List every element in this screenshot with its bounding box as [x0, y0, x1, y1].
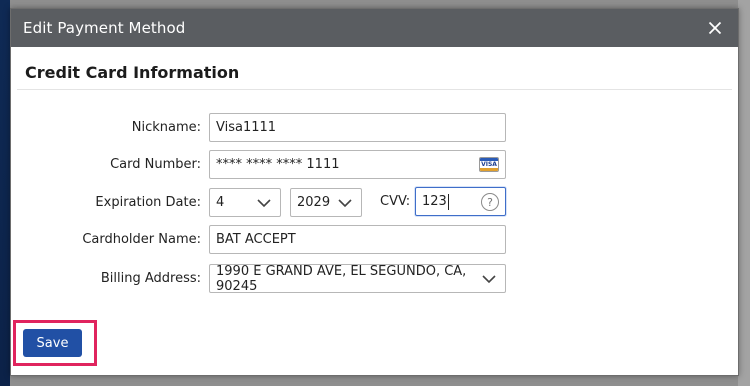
nickname-label: Nickname: [131, 120, 201, 135]
help-icon[interactable]: ? [481, 193, 499, 211]
expiration-label: Expiration Date: [95, 195, 201, 210]
card-number-input[interactable]: **** **** **** 1111 VISA [209, 150, 506, 179]
billing-address-select[interactable]: 1990 E GRAND AVE, EL SEGUNDO, CA, 90245 [209, 263, 506, 294]
save-button[interactable]: Save [23, 329, 82, 357]
card-number-label-wrap: Card Number: [11, 150, 201, 179]
cardholder-label: Cardholder Name: [82, 232, 201, 247]
nickname-label-wrap: Nickname: [11, 113, 201, 142]
billing-address-label: Billing Address: [100, 271, 201, 286]
chevron-down-icon [257, 199, 271, 208]
nickname-input[interactable]: Visa1111 [209, 113, 506, 142]
cardholder-label-wrap: Cardholder Name: [11, 225, 201, 254]
cvv-value: 123 [422, 194, 447, 209]
expiration-year-select[interactable]: 2029 [290, 188, 362, 217]
cvv-input[interactable]: 123 ? [415, 187, 506, 216]
expiration-year-value: 2029 [297, 195, 331, 210]
dialog-header: Edit Payment Method [11, 9, 738, 47]
visa-card-text: VISA [481, 161, 497, 168]
nickname-value: Visa1111 [216, 120, 277, 135]
card-number-value: **** **** **** 1111 [216, 157, 340, 172]
section-divider [17, 89, 732, 90]
page-backdrop-right [738, 0, 750, 386]
chevron-down-icon [338, 199, 352, 208]
expiration-label-wrap: Expiration Date: [11, 188, 201, 217]
card-number-label: Card Number: [110, 157, 201, 172]
save-highlight-box: Save [13, 320, 97, 366]
edit-payment-dialog: Edit Payment Method Credit Card Informat… [10, 8, 739, 376]
cardholder-value: BAT ACCEPT [216, 232, 296, 247]
billing-address-label-wrap: Billing Address: [11, 264, 201, 293]
cvv-label: CVV: [380, 194, 411, 209]
dialog-title: Edit Payment Method [23, 19, 186, 37]
visa-card-icon: VISA [479, 157, 499, 172]
close-icon[interactable] [704, 17, 726, 39]
cardholder-input[interactable]: BAT ACCEPT [209, 225, 506, 254]
expiration-month-value: 4 [216, 195, 225, 210]
text-caret [447, 193, 449, 210]
chevron-down-icon [482, 275, 496, 284]
section-title: Credit Card Information [25, 63, 240, 82]
expiration-month-select[interactable]: 4 [209, 188, 281, 217]
billing-address-value: 1990 E GRAND AVE, EL SEGUNDO, CA, 90245 [216, 263, 467, 294]
page-backdrop-left [0, 0, 10, 386]
